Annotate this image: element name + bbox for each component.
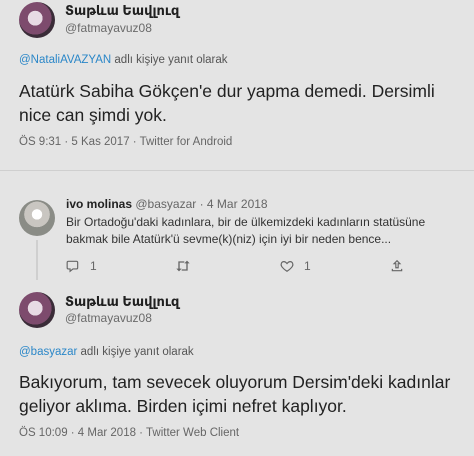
mention-link[interactable]: @basyazar [19, 346, 77, 358]
reply-context-text: adlı kişiye yanıt olarak [111, 54, 228, 66]
like-button[interactable]: 1 [280, 259, 311, 273]
reply-count: 1 [90, 259, 97, 273]
username[interactable]: @fatmayavuz08 [65, 21, 152, 35]
display-name[interactable]: ivo molinas [66, 197, 132, 211]
tweet-text: Bakıyorum, tam sevecek oluyorum Dersim'd… [19, 370, 469, 418]
retweet-icon [176, 260, 190, 272]
username[interactable]: @fatmayavuz08 [65, 311, 152, 325]
tweet-header: ivo molinas @basyazar · 4 Mar 2018 [66, 197, 268, 211]
like-count: 1 [304, 259, 311, 273]
reply-button[interactable]: 1 [66, 259, 97, 273]
display-name[interactable]: Տաթևա Եավլուզ [65, 3, 179, 19]
tweet-timestamp[interactable]: ÖS 9:31 · 5 Kas 2017 · Twitter for Andro… [19, 136, 232, 148]
tweet-text-line: nice can şimdi yok. [19, 105, 167, 125]
display-name[interactable]: Տաթևա Եավլուզ [65, 294, 179, 310]
retweet-button[interactable] [175, 259, 201, 273]
tweet-text-line: Atatürk Sabiha Gökçen'e dur yapma demedi… [19, 81, 435, 101]
username-date[interactable]: @basyazar · 4 Mar 2018 [132, 197, 267, 211]
mention-link[interactable]: @NataliAVAZYAN [19, 54, 111, 66]
share-button[interactable] [390, 259, 404, 273]
share-icon [391, 259, 403, 272]
avatar[interactable] [19, 292, 55, 328]
tweet-text-line: bakmak bile Atatürk'ü sevme(k)(niz) için… [66, 232, 392, 246]
tweet-timestamp[interactable]: ÖS 10:09 · 4 Mar 2018 · Twitter Web Clie… [19, 427, 239, 439]
tweet-text: Bir Ortadoğu'daki kadınlara, bir de ülke… [66, 214, 466, 248]
divider [0, 170, 474, 171]
like-icon [280, 261, 294, 272]
reply-context-text: adlı kişiye yanıt olarak [77, 346, 194, 358]
tweet-text-line: Bir Ortadoğu'daki kadınlara, bir de ülke… [66, 215, 426, 229]
tweet-text-line: geliyor aklıma. Birden içimi nefret kapl… [19, 396, 347, 416]
reply-icon [66, 260, 79, 273]
avatar[interactable] [19, 200, 55, 236]
reply-context: @basyazar adlı kişiye yanıt olarak [19, 346, 194, 358]
thread-line [36, 240, 38, 280]
tweet-text: Atatürk Sabiha Gökçen'e dur yapma demedi… [19, 79, 469, 127]
avatar[interactable] [19, 2, 55, 38]
tweet-text-line: Bakıyorum, tam sevecek oluyorum Dersim'd… [19, 372, 451, 392]
reply-context: @NataliAVAZYAN adlı kişiye yanıt olarak [19, 54, 228, 66]
